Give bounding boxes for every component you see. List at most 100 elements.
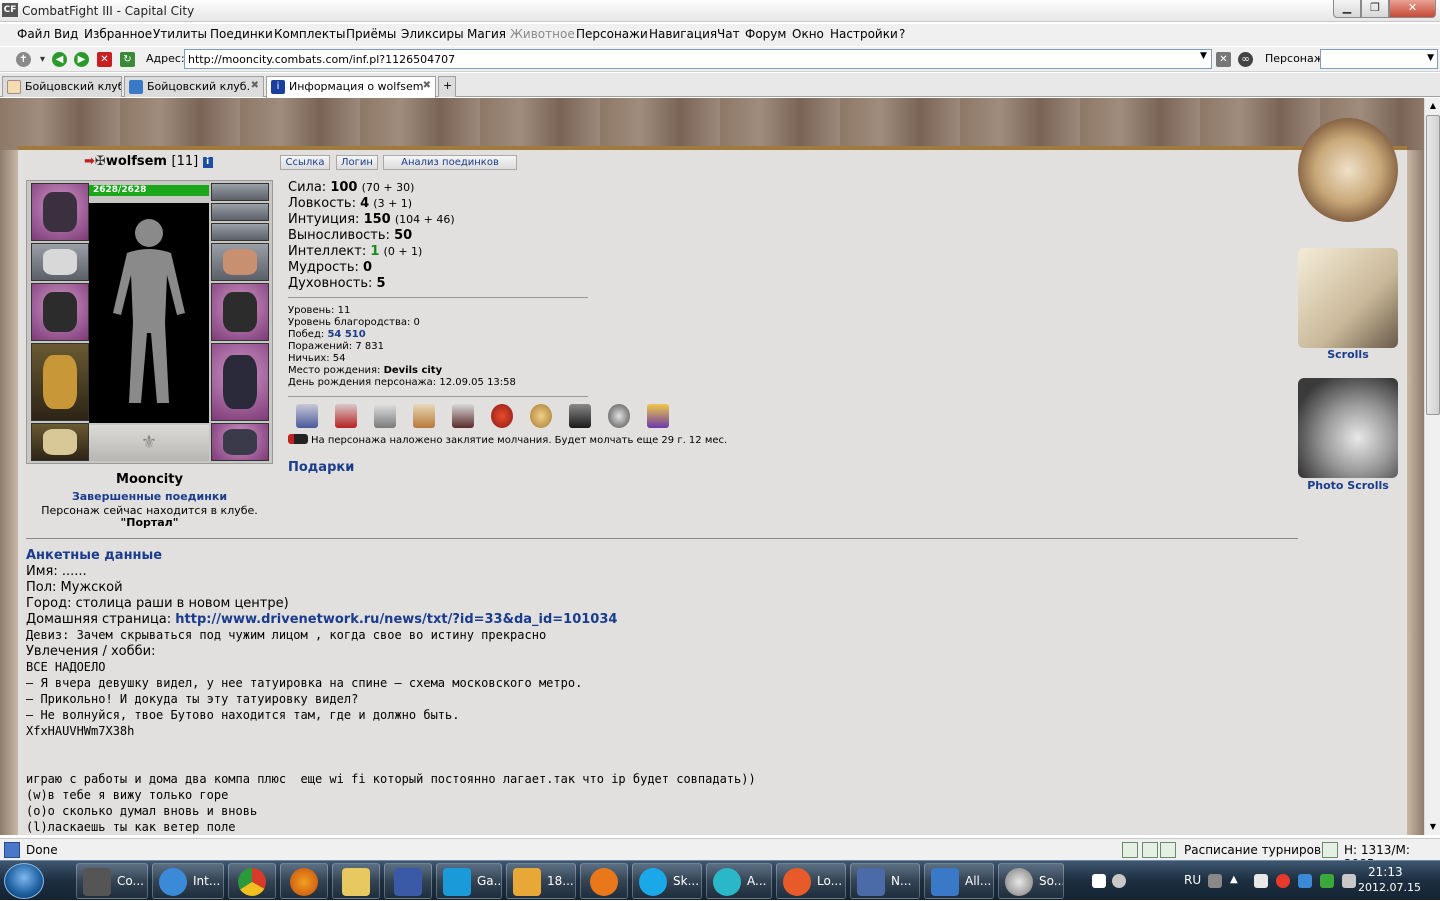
badge-shield-red-icon[interactable] [335, 404, 357, 428]
dropdown-icon[interactable]: ▾ [35, 52, 50, 67]
address-input[interactable]: http://mooncity.combats.com/inf.pl?11265… [184, 49, 1212, 69]
new-tab-button[interactable]: + [438, 76, 456, 97]
tray-app-icon[interactable] [1092, 874, 1106, 888]
tab-club-2[interactable]: Бойцовский клуб. ✖ [124, 76, 264, 97]
login-button[interactable]: Логин [336, 155, 378, 170]
clock-time[interactable]: 21:13 [1368, 865, 1403, 879]
back-icon[interactable]: ◀ [52, 52, 67, 67]
taskbar-app-18[interactable]: 18... [506, 863, 576, 899]
badge-shield-orange-icon[interactable] [413, 404, 435, 428]
menu-chat[interactable]: Чат [717, 27, 740, 41]
taskbar-all[interactable]: All... [924, 863, 994, 899]
tray-app-icon[interactable] [1112, 874, 1126, 888]
tab-close-icon[interactable]: ✖ [423, 80, 431, 91]
menu-navigation[interactable]: Навигация [649, 27, 717, 41]
list-status-icon[interactable] [1160, 842, 1176, 858]
menu-utilities[interactable]: Утилиты [153, 27, 207, 41]
menu-fights[interactable]: Поединки [210, 27, 273, 41]
address-dropdown-icon[interactable]: ▼ [1200, 51, 1207, 61]
page-status-icon[interactable] [1142, 842, 1158, 858]
taskbar-half-life[interactable] [580, 863, 628, 899]
pin-icon[interactable]: ✝ [16, 52, 31, 67]
menu-sets[interactable]: Комплекты [274, 27, 346, 41]
earrings-slot[interactable] [211, 183, 269, 201]
language-indicator[interactable]: RU [1184, 873, 1201, 887]
menu-magic[interactable]: Магия [467, 27, 506, 41]
scroll-down-icon[interactable]: ▼ [1425, 819, 1440, 835]
badge-star-icon[interactable] [647, 404, 669, 428]
scroll-up-icon[interactable]: ▲ [1425, 98, 1440, 114]
menu-settings[interactable]: Настройки [830, 27, 898, 41]
badge-cross-icon[interactable] [608, 404, 630, 428]
menu-favorites[interactable]: Избранное [84, 27, 152, 41]
tab-info-wolfsem[interactable]: i Информация о wolfsem ✖ [266, 76, 436, 98]
tab-club-1[interactable]: Бойцовский клуб [2, 76, 122, 97]
finished-fights-link[interactable]: Завершенные поединки [26, 490, 273, 503]
tournament-schedule-link[interactable]: Расписание турниров [1184, 843, 1321, 857]
taskbar-skype[interactable]: Sk... [632, 863, 702, 899]
gdrive-icon[interactable] [1320, 874, 1334, 888]
menu-animal[interactable]: Животное [510, 27, 575, 41]
flag-icon[interactable] [1254, 874, 1268, 888]
badge-shield-grey-icon[interactable] [374, 404, 396, 428]
dropbox-icon[interactable] [1298, 874, 1312, 888]
vertical-scrollbar[interactable]: ▲ ▼ [1424, 98, 1440, 835]
badge-knight-icon[interactable] [569, 404, 591, 428]
keyboard-icon[interactable] [1208, 874, 1222, 888]
menu-help[interactable]: ? [899, 27, 905, 41]
volume-icon[interactable] [1342, 874, 1356, 888]
maximize-button[interactable]: ❐ [1361, 0, 1389, 18]
taskbar-sound[interactable]: So... [998, 863, 1064, 899]
menu-forum[interactable]: Форум [745, 27, 786, 41]
close-button[interactable]: ✕ [1389, 0, 1436, 18]
taskbar-chrome[interactable] [228, 863, 276, 899]
taskbar-combatfight[interactable]: Co... [76, 863, 148, 899]
hm-refresh-icon[interactable] [1322, 842, 1338, 858]
start-button[interactable] [4, 863, 44, 899]
menu-file[interactable]: Файл [17, 27, 50, 41]
info-icon[interactable]: i [202, 157, 213, 168]
refresh-icon[interactable]: ↻ [120, 52, 135, 67]
taskbar-save[interactable] [384, 863, 432, 899]
clock-date[interactable]: 2012.07.15 [1358, 881, 1421, 894]
weapon-left-slot[interactable] [31, 283, 89, 341]
badge-shield-dark-icon[interactable] [452, 404, 474, 428]
character-select[interactable]: ▼ [1320, 49, 1438, 69]
taskbar-agent[interactable]: A... [706, 863, 772, 899]
rings-slot[interactable] [211, 223, 269, 241]
homepage-link[interactable]: http://www.drivenetwork.ru/news/txt/?id=… [175, 612, 617, 627]
tab-close-icon[interactable]: ✖ [251, 80, 259, 91]
bracers-slot[interactable] [31, 243, 89, 281]
taskbar-lo[interactable]: Lo... [776, 863, 846, 899]
scrolls-icon[interactable] [1298, 248, 1398, 348]
armor-slot[interactable] [31, 343, 89, 421]
gifts-link[interactable]: Подарки [288, 460, 354, 475]
taskbar-explorer[interactable] [332, 863, 380, 899]
link-button[interactable]: Ссылка [280, 155, 330, 170]
taskbar-game[interactable]: Ga... [436, 863, 502, 899]
weapon-right-slot[interactable] [211, 283, 269, 341]
helmet-slot[interactable] [31, 183, 89, 241]
menu-window[interactable]: Окно [792, 27, 824, 41]
menu-characters[interactable]: Персонажи [576, 27, 648, 41]
photo-scrolls-link[interactable]: Photo Scrolls [1298, 479, 1398, 492]
amulet-slot[interactable] [211, 203, 269, 221]
binoculars-icon[interactable]: ∞ [1238, 52, 1253, 67]
boots-slot[interactable] [211, 423, 269, 461]
belt-slot[interactable] [31, 423, 89, 461]
stop-icon[interactable]: ✕ [97, 52, 112, 67]
refresh-status-icon[interactable] [1122, 842, 1138, 858]
photo-scrolls-icon[interactable] [1298, 378, 1398, 478]
scrolls-link[interactable]: Scrolls [1298, 348, 1398, 361]
forward-icon[interactable]: ▶ [74, 52, 89, 67]
menu-elixirs[interactable]: Эликсиры [401, 27, 464, 41]
minimize-button[interactable]: ▁ [1333, 0, 1361, 18]
fight-analysis-button[interactable]: Анализ поединков [383, 155, 517, 170]
gloves-slot[interactable] [211, 243, 269, 281]
badge-shield-blue-icon[interactable] [296, 404, 318, 428]
badge-scroll-icon[interactable] [530, 404, 552, 428]
taskbar-network[interactable]: N... [850, 863, 920, 899]
taskbar-firefox[interactable] [280, 863, 328, 899]
legs-slot[interactable] [211, 343, 269, 421]
badge-flame-icon[interactable] [491, 404, 513, 428]
